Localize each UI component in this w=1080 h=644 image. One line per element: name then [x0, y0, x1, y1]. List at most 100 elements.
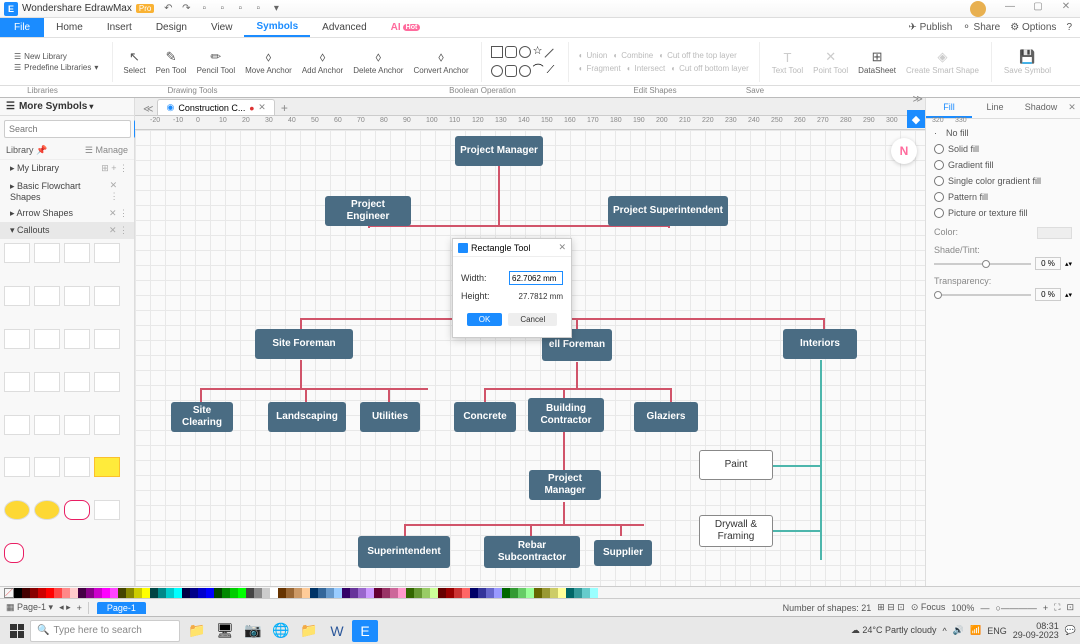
- color-swatch[interactable]: [222, 588, 230, 598]
- callout-shape[interactable]: [4, 415, 30, 435]
- transparency-slider[interactable]: [934, 294, 1031, 296]
- color-swatch[interactable]: [366, 588, 374, 598]
- callout-shape[interactable]: [34, 500, 60, 520]
- node-rebar[interactable]: Rebar Subcontractor: [484, 536, 580, 568]
- menu-home[interactable]: Home: [44, 18, 95, 37]
- node-site-foreman[interactable]: Site Foreman: [255, 329, 353, 359]
- color-swatch[interactable]: [102, 588, 110, 598]
- callout-shape[interactable]: [34, 243, 60, 263]
- callout-shape[interactable]: [94, 329, 120, 349]
- predefine-libraries-button[interactable]: ☰Predefine Libraries▾: [12, 62, 100, 73]
- color-swatch[interactable]: [238, 588, 246, 598]
- width-input[interactable]: [509, 271, 563, 285]
- callout-shape[interactable]: [64, 329, 90, 349]
- color-swatch[interactable]: [158, 588, 166, 598]
- publish-button[interactable]: ✈ Publish: [908, 22, 952, 33]
- add-anchor-tool[interactable]: ⬨Add Anchor: [298, 47, 347, 76]
- pen-tool[interactable]: ✎Pen Tool: [152, 47, 191, 76]
- color-swatch[interactable]: [110, 588, 118, 598]
- taskbar-app[interactable]: 🌐: [268, 620, 294, 642]
- color-swatch[interactable]: [142, 588, 150, 598]
- color-swatch[interactable]: [118, 588, 126, 598]
- color-swatch[interactable]: [326, 588, 334, 598]
- color-swatch[interactable]: [350, 588, 358, 598]
- delete-anchor-tool[interactable]: ⬨Delete Anchor: [349, 47, 407, 76]
- shade-value[interactable]: 0 %: [1035, 257, 1061, 270]
- color-swatch[interactable]: [278, 588, 286, 598]
- tab-shadow[interactable]: Shadow: [1018, 98, 1064, 118]
- node-utilities[interactable]: Utilities: [360, 402, 420, 432]
- arc-icon[interactable]: ⌒: [533, 65, 545, 77]
- user-avatar[interactable]: [970, 1, 986, 17]
- color-swatch[interactable]: [62, 588, 70, 598]
- color-swatch[interactable]: [454, 588, 462, 598]
- move-anchor-tool[interactable]: ⬨Move Anchor: [241, 47, 296, 76]
- callout-shape[interactable]: [34, 415, 60, 435]
- node-project-manager[interactable]: Project Manager: [455, 136, 543, 166]
- color-swatch[interactable]: [550, 588, 558, 598]
- canvas[interactable]: Project Manager Project Engineer Project…: [135, 130, 925, 586]
- sidebar-item-mylibrary[interactable]: ▸ My Library⊞ + ⋮: [0, 160, 134, 177]
- color-swatch[interactable]: [262, 588, 270, 598]
- callout-shape[interactable]: [64, 286, 90, 306]
- color-swatch[interactable]: [526, 588, 534, 598]
- callout-shape[interactable]: [64, 457, 90, 477]
- pattern-fill-radio[interactable]: [934, 192, 944, 202]
- sidebar-item-flowchart[interactable]: ▸ Basic Flowchart Shapes✕ ⋮: [0, 177, 134, 205]
- color-swatch[interactable]: [230, 588, 238, 598]
- color-swatch[interactable]: [566, 588, 574, 598]
- gradient-fill-radio[interactable]: [934, 160, 944, 170]
- qat-icon[interactable]: ▫: [198, 3, 210, 15]
- menu-advanced[interactable]: Advanced: [310, 18, 378, 37]
- redo-icon[interactable]: ↷: [180, 3, 192, 15]
- ok-button[interactable]: OK: [467, 313, 503, 326]
- solid-fill-radio[interactable]: [934, 144, 944, 154]
- color-swatch[interactable]: [198, 588, 206, 598]
- color-swatch[interactable]: [38, 588, 46, 598]
- color-swatch[interactable]: [206, 588, 214, 598]
- callout-shape[interactable]: [4, 243, 30, 263]
- menu-design[interactable]: Design: [144, 18, 199, 37]
- callout-shape[interactable]: [4, 329, 30, 349]
- taskbar-app[interactable]: 📁: [296, 620, 322, 642]
- close-tab-icon[interactable]: ✕: [258, 102, 266, 113]
- picture-fill-radio[interactable]: [934, 208, 944, 218]
- node-paint[interactable]: Paint: [699, 450, 773, 480]
- qat-icon[interactable]: ▫: [252, 3, 264, 15]
- pencil-tool[interactable]: ✏Pencil Tool: [193, 47, 240, 76]
- color-swatch[interactable]: [478, 588, 486, 598]
- color-swatch[interactable]: [174, 588, 182, 598]
- notification-icon[interactable]: 💬: [1065, 625, 1076, 636]
- qat-icon[interactable]: ▫: [216, 3, 228, 15]
- node-site-clearing[interactable]: Site Clearing: [171, 402, 233, 432]
- windows-search[interactable]: 🔍 Type here to search: [30, 620, 180, 642]
- color-swatch[interactable]: [150, 588, 158, 598]
- share-button[interactable]: ⚬ Share: [962, 22, 1000, 33]
- taskbar-app[interactable]: 📷: [240, 620, 266, 642]
- color-swatch[interactable]: [310, 588, 318, 598]
- sidebar-item-callouts[interactable]: ▾ Callouts✕ ⋮: [0, 222, 134, 239]
- color-swatch[interactable]: [446, 588, 454, 598]
- node-project-superintendent[interactable]: Project Superintendent: [608, 196, 728, 226]
- color-swatch[interactable]: [534, 588, 542, 598]
- maximize-button[interactable]: ▢: [1028, 1, 1048, 17]
- sidebar-item-arrows[interactable]: ▸ Arrow Shapes✕ ⋮: [0, 205, 134, 222]
- color-swatch[interactable]: [470, 588, 478, 598]
- node-supplier[interactable]: Supplier: [594, 540, 652, 566]
- convert-anchor-tool[interactable]: ⬨Convert Anchor: [409, 47, 472, 76]
- polyline-icon[interactable]: ⟋: [547, 65, 559, 77]
- color-swatch[interactable]: [574, 588, 582, 598]
- callout-shape[interactable]: [94, 500, 120, 520]
- color-swatch[interactable]: [382, 588, 390, 598]
- color-swatch[interactable]: [270, 588, 278, 598]
- transparency-value[interactable]: 0 %: [1035, 288, 1061, 301]
- color-swatch[interactable]: [334, 588, 342, 598]
- color-swatch[interactable]: [214, 588, 222, 598]
- callout-shape[interactable]: [64, 372, 90, 392]
- color-swatch[interactable]: [1037, 227, 1072, 239]
- node-project-manager-2[interactable]: Project Manager: [529, 470, 601, 500]
- add-tab-button[interactable]: +: [275, 101, 294, 115]
- callout-shape[interactable]: [94, 457, 120, 477]
- color-swatch[interactable]: [94, 588, 102, 598]
- line-icon[interactable]: [544, 49, 561, 66]
